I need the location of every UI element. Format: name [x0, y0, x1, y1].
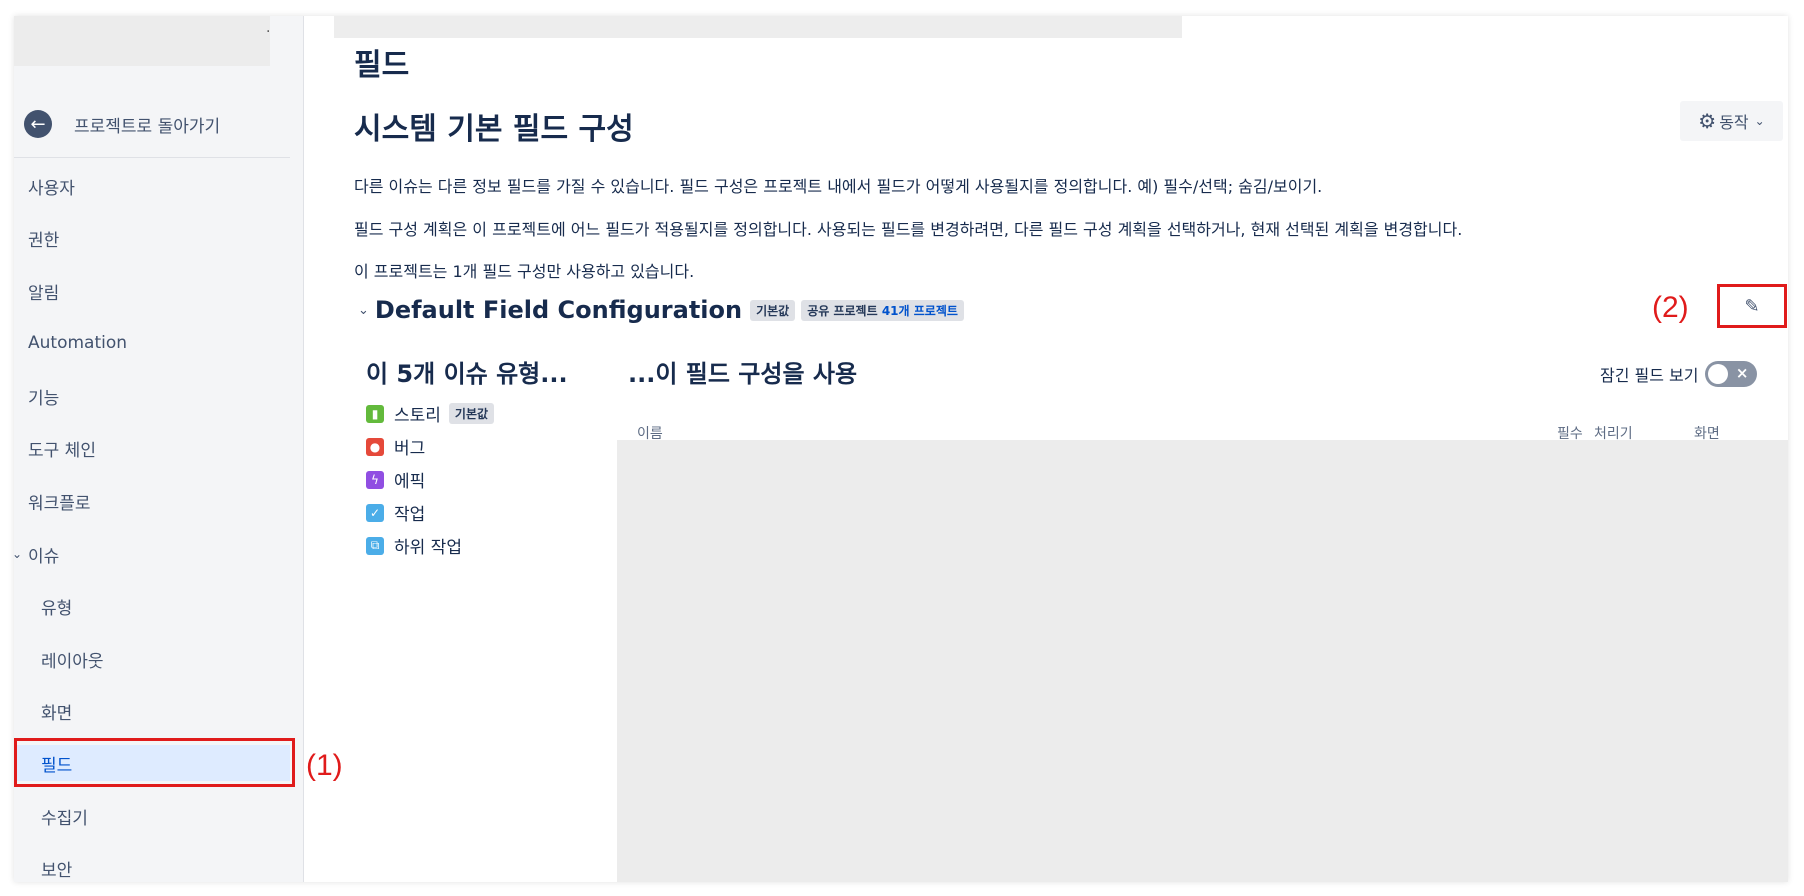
description-3: 이 프로젝트는 1개 필드 구성만 사용하고 있습니다. — [354, 262, 695, 281]
list-item: ϟ 에픽 — [366, 463, 500, 496]
sidebar-item-label: 알림 — [28, 283, 60, 304]
sidebar-item-features[interactable]: 기능 — [14, 378, 290, 414]
list-item: ✓ 작업 — [366, 496, 500, 529]
fields-table-body-redacted — [617, 440, 1788, 882]
locked-fields-label: 잠긴 필드 보기 — [1600, 366, 1699, 385]
sidebar-item-label: 수집기 — [41, 808, 88, 829]
subtask-icon: ⧉ — [366, 536, 384, 555]
sidebar-item-label: 필드 — [41, 755, 73, 776]
sidebar-item-automation[interactable]: Automation — [14, 325, 290, 361]
sidebar: · ← 프로젝트로 돌아가기 사용자 권한 알림 Automation 기능 도… — [14, 16, 304, 882]
sidebar-item-label: 기능 — [28, 388, 60, 409]
scheme-name: Default Field Configuration — [374, 296, 743, 324]
collapse-chevron-icon[interactable]: ⌄ — [358, 303, 369, 318]
description-2: 필드 구성 계획은 이 프로젝트에 어느 필드가 적용될지를 정의합니다. 사용… — [354, 220, 1463, 239]
sidebar-item-notifications[interactable]: 알림 — [14, 273, 290, 309]
list-item: ● 버그 — [366, 430, 500, 463]
sidebar-item-label: 유형 — [41, 598, 73, 619]
epic-icon: ϟ — [366, 470, 384, 489]
back-to-project-label: 프로젝트로 돌아가기 — [74, 116, 221, 137]
top-strip-redacted — [334, 16, 1182, 38]
shared-projects-badge: 공유 프로젝트 41개 프로젝트 — [801, 299, 964, 321]
page-title: 필드 — [354, 48, 410, 83]
sidebar-item-permissions[interactable]: 권한 — [14, 220, 290, 256]
issue-type-list: ▮ 스토리 기본값 ● 버그 ϟ 에픽 ✓ 작업 ⧉ 하위 작업 — [366, 397, 500, 562]
task-icon: ✓ — [366, 503, 384, 522]
sidebar-item-layouts[interactable]: 레이아웃 — [14, 641, 290, 677]
sidebar-item-issues[interactable]: ⌄ 이슈 — [14, 536, 290, 572]
issue-type-name: 버그 — [394, 439, 426, 459]
bug-icon: ● — [366, 437, 384, 456]
pencil-icon: ✎ — [1744, 295, 1760, 317]
annotation-label-2: (2) — [1652, 291, 1689, 324]
shared-projects-link[interactable]: 41개 프로젝트 — [882, 304, 958, 318]
locked-fields-toggle-group: 잠긴 필드 보기 × — [1600, 361, 1757, 387]
list-item: ▮ 스토리 기본값 — [366, 397, 500, 430]
shared-prefix: 공유 프로젝트 — [807, 303, 878, 318]
sidebar-item-toolchain[interactable]: 도구 체인 — [14, 430, 290, 466]
sidebar-header-redacted — [14, 16, 270, 66]
sidebar-dot: · — [266, 24, 271, 40]
edit-button[interactable]: ✎ — [1717, 284, 1787, 328]
sidebar-item-issue-types[interactable]: 유형 — [14, 588, 290, 624]
sidebar-divider — [14, 157, 290, 158]
default-badge: 기본값 — [750, 299, 796, 321]
sidebar-item-security[interactable]: 보안 — [14, 850, 290, 882]
issue-type-name: 하위 작업 — [394, 538, 462, 558]
active-indicator — [14, 756, 17, 772]
toggle-knob — [1707, 364, 1728, 384]
close-icon: × — [1735, 364, 1749, 382]
sidebar-item-label: 도구 체인 — [28, 440, 96, 461]
locked-fields-toggle[interactable]: × — [1704, 361, 1757, 387]
sidebar-item-users[interactable]: 사용자 — [14, 168, 290, 204]
sidebar-item-label: 사용자 — [28, 178, 75, 199]
chevron-down-icon: ⌄ — [1754, 114, 1765, 128]
sidebar-item-fields[interactable]: 필드 — [14, 745, 290, 781]
scheme-header: ⌄ Default Field Configuration 기본값 공유 프로젝… — [358, 296, 970, 324]
arrow-left-icon: ← — [24, 110, 52, 138]
sidebar-item-workflows[interactable]: 워크플로 — [14, 483, 290, 519]
story-icon: ▮ — [366, 404, 384, 423]
config-title: 시스템 기본 필드 구성 — [354, 112, 634, 147]
sidebar-item-label: Automation — [28, 333, 128, 353]
issue-type-name: 작업 — [394, 505, 426, 525]
field-config-title: ...이 필드 구성을 사용 — [628, 360, 858, 388]
back-to-project-link[interactable]: ← 프로젝트로 돌아가기 — [24, 107, 220, 141]
description-1: 다른 이슈는 다른 정보 필드를 가질 수 있습니다. 필드 구성은 프로젝트 … — [354, 177, 1323, 196]
main-content: 필드 시스템 기본 필드 구성 ⚙ 동작 ⌄ 다른 이슈는 다른 정보 필드를 … — [304, 16, 1788, 882]
sidebar-item-label: 보안 — [41, 860, 73, 881]
sidebar-item-label: 화면 — [41, 703, 73, 724]
chevron-down-icon: ⌄ — [14, 547, 23, 561]
sidebar-item-label: 이슈 — [28, 546, 60, 567]
list-item: ⧉ 하위 작업 — [366, 529, 500, 562]
gear-icon: ⚙ — [1698, 109, 1717, 133]
actions-label: 동작 — [1719, 113, 1749, 132]
issue-types-title: 이 5개 이슈 유형... — [366, 360, 568, 388]
sidebar-item-label: 권한 — [28, 230, 60, 251]
actions-button[interactable]: ⚙ 동작 ⌄ — [1680, 101, 1783, 141]
sidebar-item-label: 워크플로 — [28, 493, 91, 514]
sidebar-item-label: 레이아웃 — [41, 651, 104, 672]
issue-type-name: 에픽 — [394, 472, 426, 492]
app-window: · ← 프로젝트로 돌아가기 사용자 권한 알림 Automation 기능 도… — [14, 16, 1788, 882]
default-badge: 기본값 — [448, 403, 495, 424]
sidebar-item-screens[interactable]: 화면 — [14, 693, 290, 729]
issue-type-name: 스토리 — [394, 406, 441, 426]
sidebar-item-collectors[interactable]: 수집기 — [14, 798, 290, 834]
